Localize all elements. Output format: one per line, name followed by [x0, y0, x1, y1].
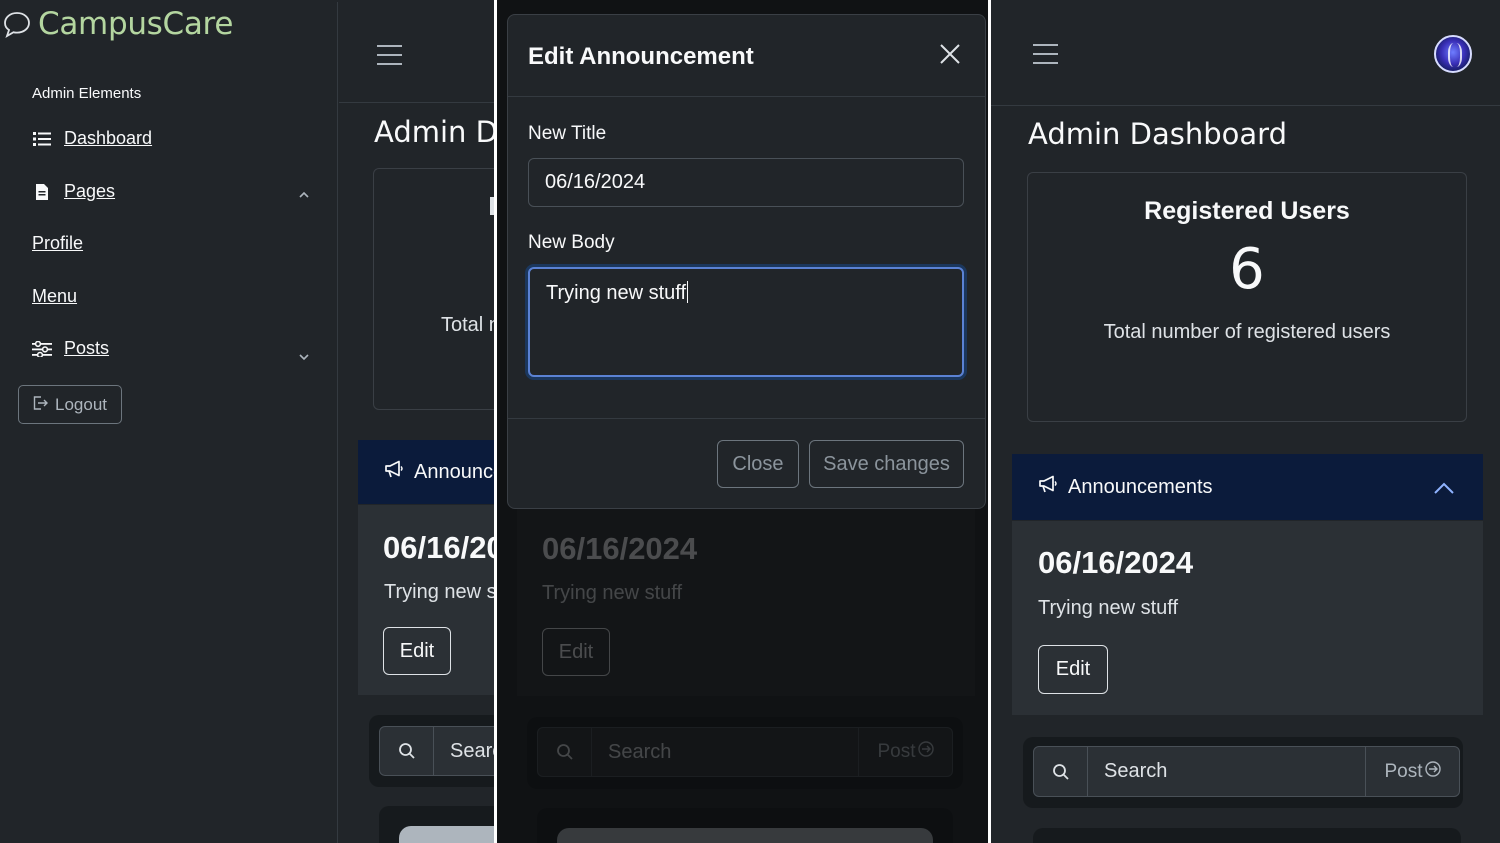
sidebar-item-label: Profile — [32, 233, 84, 253]
search-bar-container: Search — [369, 715, 494, 787]
sidebar-item-label: Menu — [32, 286, 78, 306]
hamburger-icon[interactable] — [377, 45, 402, 65]
sidebar-item-pages[interactable]: Pages — [32, 181, 115, 202]
brand-name: CampusCare — [38, 6, 234, 42]
list-icon — [32, 131, 52, 146]
chevron-up-icon[interactable] — [299, 186, 309, 202]
announcements-accordion-header[interactable]: Announcements — [358, 440, 494, 504]
modal-title: Edit Announcement — [528, 43, 754, 70]
top-navbar — [991, 0, 1500, 106]
hamburger-icon[interactable] — [1033, 44, 1058, 64]
registered-users-card: Registered Users 6 Total number of regis… — [1027, 172, 1467, 422]
stat-card-subtitle: Total number of registered users — [1103, 321, 1391, 343]
sidebar-item-menu[interactable]: Menu — [32, 286, 77, 307]
sliders-icon — [32, 340, 52, 357]
edit-announcement-modal: Edit Announcement New Title 06/16/2024 N… — [507, 14, 986, 509]
megaphone-icon — [1038, 475, 1058, 499]
sidebar-item-label: Posts — [64, 338, 110, 358]
announcement-body: Trying new stuff — [1038, 597, 1179, 619]
search-icon — [380, 727, 434, 775]
stat-card-title: Registered Users — [1144, 197, 1350, 225]
sidebar-section-label: Admin Elements — [32, 85, 142, 102]
new-title-label: New Title — [528, 123, 607, 144]
announcement-title: 06/16/2024 — [383, 530, 494, 565]
logout-label: Logout — [55, 394, 107, 414]
sidebar-item-label: Dashboard — [64, 128, 153, 148]
announcements-title: Announcements — [1068, 475, 1213, 498]
close-icon[interactable] — [939, 43, 961, 70]
screen-sidebar-view: CampusCare Admin Elements Dashboard Page… — [0, 0, 494, 843]
edit-button[interactable]: Edit — [383, 627, 451, 675]
stat-card: Total number of registered users — [373, 168, 494, 410]
page-title: Admin Dashboard — [374, 115, 494, 149]
search-bar-container: Search Post — [1023, 737, 1463, 808]
avatar[interactable] — [1434, 35, 1472, 73]
file-icon — [32, 183, 52, 201]
stat-card-value: 6 — [1229, 237, 1265, 302]
search-input[interactable]: Search — [434, 727, 494, 775]
search-input-group: Search — [379, 726, 494, 776]
new-title-input[interactable]: 06/16/2024 — [528, 158, 964, 207]
logout-button[interactable]: Logout — [18, 385, 122, 424]
post-button[interactable]: Post — [1365, 747, 1459, 796]
post-label: Post — [1384, 760, 1423, 782]
send-icon — [1424, 760, 1441, 783]
page-title: Admin Dashboard — [1028, 117, 1287, 151]
post-image-placeholder — [399, 826, 494, 843]
new-body-label: New Body — [528, 232, 615, 253]
modal-footer: Close Save changes — [508, 418, 985, 508]
brand[interactable]: CampusCare — [2, 6, 233, 42]
screen-dashboard-view: Admin Dashboard Registered Users 6 Total… — [991, 0, 1500, 843]
search-input[interactable]: Search — [1088, 747, 1365, 796]
top-navbar — [339, 2, 494, 103]
stat-card-subtitle: Total number of registered users — [441, 314, 494, 336]
chat-bubble-icon — [2, 9, 32, 39]
new-body-textarea[interactable]: Trying new stuff — [528, 267, 964, 377]
modal-header: Edit Announcement — [508, 15, 985, 97]
sidebar-item-dashboard[interactable]: Dashboard — [32, 128, 152, 149]
megaphone-icon — [384, 460, 404, 484]
close-button[interactable]: Close — [717, 440, 799, 488]
search-icon — [1034, 747, 1088, 796]
sidebar-item-profile[interactable]: Profile — [32, 233, 83, 254]
edit-button[interactable]: Edit — [1038, 645, 1108, 694]
announcement-title: 06/16/2024 — [1038, 545, 1194, 580]
announcement-body: Trying new stuff — [384, 581, 494, 603]
search-input-group: Search Post — [1033, 746, 1460, 797]
main-content: Admin Dashboard Total number of register… — [339, 2, 494, 843]
announcements-title: Announcements — [414, 460, 494, 483]
text-caret — [687, 281, 689, 303]
sidebar: CampusCare Admin Elements Dashboard Page… — [2, 2, 338, 843]
screen-edit-modal-view: 06/16/2024 Trying new stuff Edit Search … — [497, 0, 988, 843]
post-card — [1033, 828, 1461, 843]
new-body-value: Trying new stuff — [546, 282, 687, 304]
stat-card-title-fragment — [490, 197, 494, 215]
announcements-accordion-header[interactable]: Announcements — [1012, 454, 1483, 520]
sidebar-item-posts[interactable]: Posts — [32, 338, 109, 359]
chevron-down-icon[interactable] — [299, 348, 309, 364]
save-changes-button[interactable]: Save changes — [809, 440, 964, 488]
sidebar-item-label: Pages — [64, 181, 116, 201]
chevron-up-icon[interactable] — [1433, 478, 1455, 501]
logout-icon — [33, 395, 49, 415]
post-card — [379, 806, 494, 843]
